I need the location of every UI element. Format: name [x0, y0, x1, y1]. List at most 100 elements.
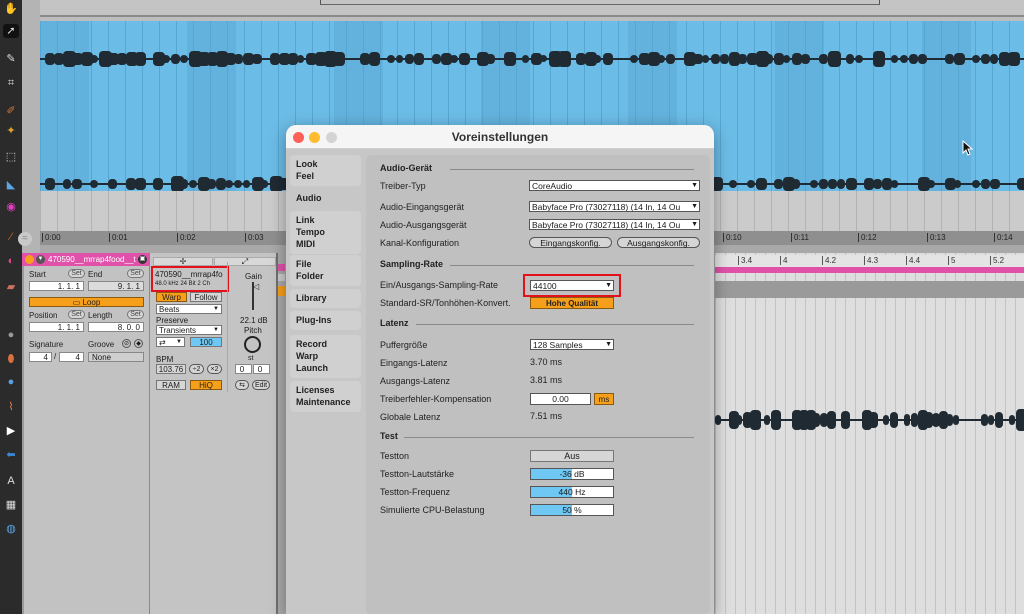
time-tick: 0:13 — [927, 233, 946, 242]
gain-handle-icon[interactable]: ◁ — [253, 282, 259, 291]
nav-item-record[interactable]: Record Warp Launch — [290, 335, 361, 378]
zoom-icon[interactable] — [326, 132, 337, 143]
edit-button[interactable]: Edit — [252, 380, 270, 390]
collapse-icon[interactable]: ▼ — [36, 255, 45, 264]
test-volume-slider[interactable]: -36 dB — [530, 468, 614, 480]
nav-item-audio[interactable]: Audio — [290, 189, 361, 208]
waveform-peak — [486, 54, 495, 64]
position-field[interactable]: 1. 1. 1 — [29, 322, 84, 332]
bpm-field[interactable]: 103.76 — [156, 364, 186, 374]
driver-comp-unit[interactable]: ms — [594, 393, 614, 405]
loop-mode-select[interactable]: ⇄ — [156, 337, 185, 347]
loop-marker-icon[interactable] — [278, 286, 285, 296]
nav-item-look[interactable]: Look Feel — [290, 155, 361, 186]
clip-activator-icon[interactable] — [25, 255, 34, 264]
half-tempo-button[interactable]: ÷2 — [189, 364, 204, 374]
clip-name[interactable]: 470590__mrrap4food__t — [48, 255, 136, 264]
pencil-icon[interactable]: ✎ — [3, 52, 19, 66]
groove-hot-swap-icon[interactable]: ⊘ — [122, 339, 131, 348]
output-config-button[interactable]: Ausgangskonfig. — [617, 237, 700, 248]
play-icon[interactable]: ▶ — [3, 424, 19, 438]
eraser-icon[interactable]: ▰ — [3, 280, 19, 294]
ram-button[interactable]: RAM — [156, 380, 186, 390]
test-tone-toggle[interactable]: Aus — [530, 450, 614, 462]
nav-item-plug-ins[interactable]: Plug-Ins — [290, 311, 361, 330]
magnet-icon[interactable]: ◐ — [3, 254, 19, 268]
nav-item-licenses[interactable]: Licenses Maintenance — [290, 381, 361, 412]
length-field[interactable]: 8. 0. 0 — [88, 322, 144, 332]
driver-comp-field[interactable]: 0.00 — [530, 393, 591, 405]
speaker-icon[interactable]: ◣ — [3, 178, 19, 192]
beat-tick: 3.4 — [738, 256, 752, 265]
wand-icon[interactable]: ✦ — [3, 124, 19, 138]
groove-selector[interactable]: None — [88, 352, 144, 362]
preserve-select[interactable]: Transients — [156, 325, 222, 335]
brush-icon[interactable]: ✐ — [3, 104, 19, 118]
nav-item-library[interactable]: Library — [290, 289, 361, 308]
detune-cents[interactable]: 0 — [253, 364, 270, 374]
loop-region-bar[interactable] — [715, 267, 1024, 273]
color-wheel-icon[interactable]: ◉ — [3, 200, 19, 214]
warp-marker-strip[interactable] — [715, 281, 1024, 298]
dodge-icon[interactable]: ● — [3, 375, 19, 389]
marquee-icon[interactable]: ⬚ — [3, 150, 19, 164]
input-device-select[interactable]: Babyface Pro (73027118) (14 In, 14 Ou — [529, 201, 700, 212]
close-icon[interactable] — [293, 132, 304, 143]
warp-button[interactable]: Warp — [156, 292, 187, 302]
follow-button[interactable]: Follow — [190, 292, 222, 302]
smudge-icon[interactable]: ● — [3, 328, 19, 342]
envelope-tab[interactable]: ⤢ — [214, 257, 276, 266]
transpose-knob[interactable] — [244, 336, 261, 353]
start-set-button[interactable]: Set — [68, 269, 85, 278]
double-tempo-button[interactable]: ×2 — [207, 364, 222, 374]
cpu-load-slider[interactable]: 50 % — [530, 504, 614, 516]
waveform-toggle-icon[interactable]: ≈ — [18, 232, 32, 246]
sample-tab[interactable]: ✢ — [153, 257, 213, 266]
grid-line — [74, 21, 75, 191]
length-set-button[interactable]: Set — [127, 310, 144, 319]
warp-mode-select[interactable]: Beats — [156, 304, 222, 314]
output-device-select[interactable]: Babyface Pro (73027118) (14 In, 14 Ou — [529, 219, 700, 230]
nav-item-link[interactable]: Link Tempo MIDI — [290, 211, 361, 254]
input-config-button[interactable]: Eingangskonfig. — [529, 237, 612, 248]
transpose-semitones[interactable]: 0 — [235, 364, 252, 374]
save-icon[interactable]: ▣ — [138, 255, 147, 264]
crop-icon[interactable]: ⌗ — [3, 76, 19, 90]
marker-icon[interactable] — [278, 274, 285, 281]
end-set-button[interactable]: Set — [127, 269, 144, 278]
pointer-icon[interactable]: ➚ — [3, 24, 19, 38]
position-set-button[interactable]: Set — [68, 310, 85, 319]
test-frequency-slider[interactable]: 440 Hz — [530, 486, 614, 498]
dialog-title-bar[interactable]: Voreinstellungen — [286, 125, 714, 149]
waveform-peak — [765, 54, 774, 64]
time-tick: 0:01 — [109, 233, 128, 242]
bandage-icon[interactable]: ⌇ — [3, 400, 19, 414]
globe-icon[interactable]: ◍ — [3, 522, 19, 536]
grid-icon[interactable]: ▦ — [3, 498, 19, 512]
start-marker-icon[interactable] — [278, 264, 285, 271]
hand-icon[interactable]: ✋ — [3, 2, 19, 16]
loop-button[interactable]: ▭ Loop — [29, 297, 144, 307]
beat-ruler[interactable]: 3.4 4 4.2 4.3 4.4 5 5.2 — [715, 255, 1024, 267]
nav-item-file[interactable]: File Folder — [290, 255, 361, 286]
src-quality-toggle[interactable]: Hohe Qualität — [530, 297, 614, 309]
reverse-icon[interactable]: ⇆ — [235, 380, 249, 390]
driver-type-select[interactable]: CoreAudio — [529, 180, 700, 191]
minimize-icon[interactable] — [309, 132, 320, 143]
hiq-button[interactable]: HiQ — [190, 380, 222, 390]
waveform-peak — [927, 179, 935, 189]
signature-numerator[interactable]: 4 — [29, 352, 52, 362]
arrow-icon[interactable]: ⬅ — [3, 448, 19, 462]
end-field[interactable]: 9. 1. 1 — [88, 281, 144, 291]
buffer-size-select[interactable]: 128 Samples — [530, 339, 614, 350]
loop-brace-ruler[interactable] — [40, 0, 1024, 17]
loop-brace[interactable] — [320, 0, 880, 5]
start-field[interactable]: 1. 1. 1 — [29, 281, 84, 291]
bandage-icon[interactable]: ⬮ — [3, 352, 19, 366]
clip-title-bar[interactable]: ▼ 470590__mrrap4food__t ▣ — [22, 253, 150, 266]
eyedropper-icon[interactable]: ⁄ — [3, 230, 19, 244]
text-icon[interactable]: A — [3, 474, 19, 488]
groove-commit-icon[interactable]: ◆ — [134, 339, 143, 348]
envelope-field[interactable]: 100 — [190, 337, 222, 347]
signature-denominator[interactable]: 4 — [59, 352, 84, 362]
